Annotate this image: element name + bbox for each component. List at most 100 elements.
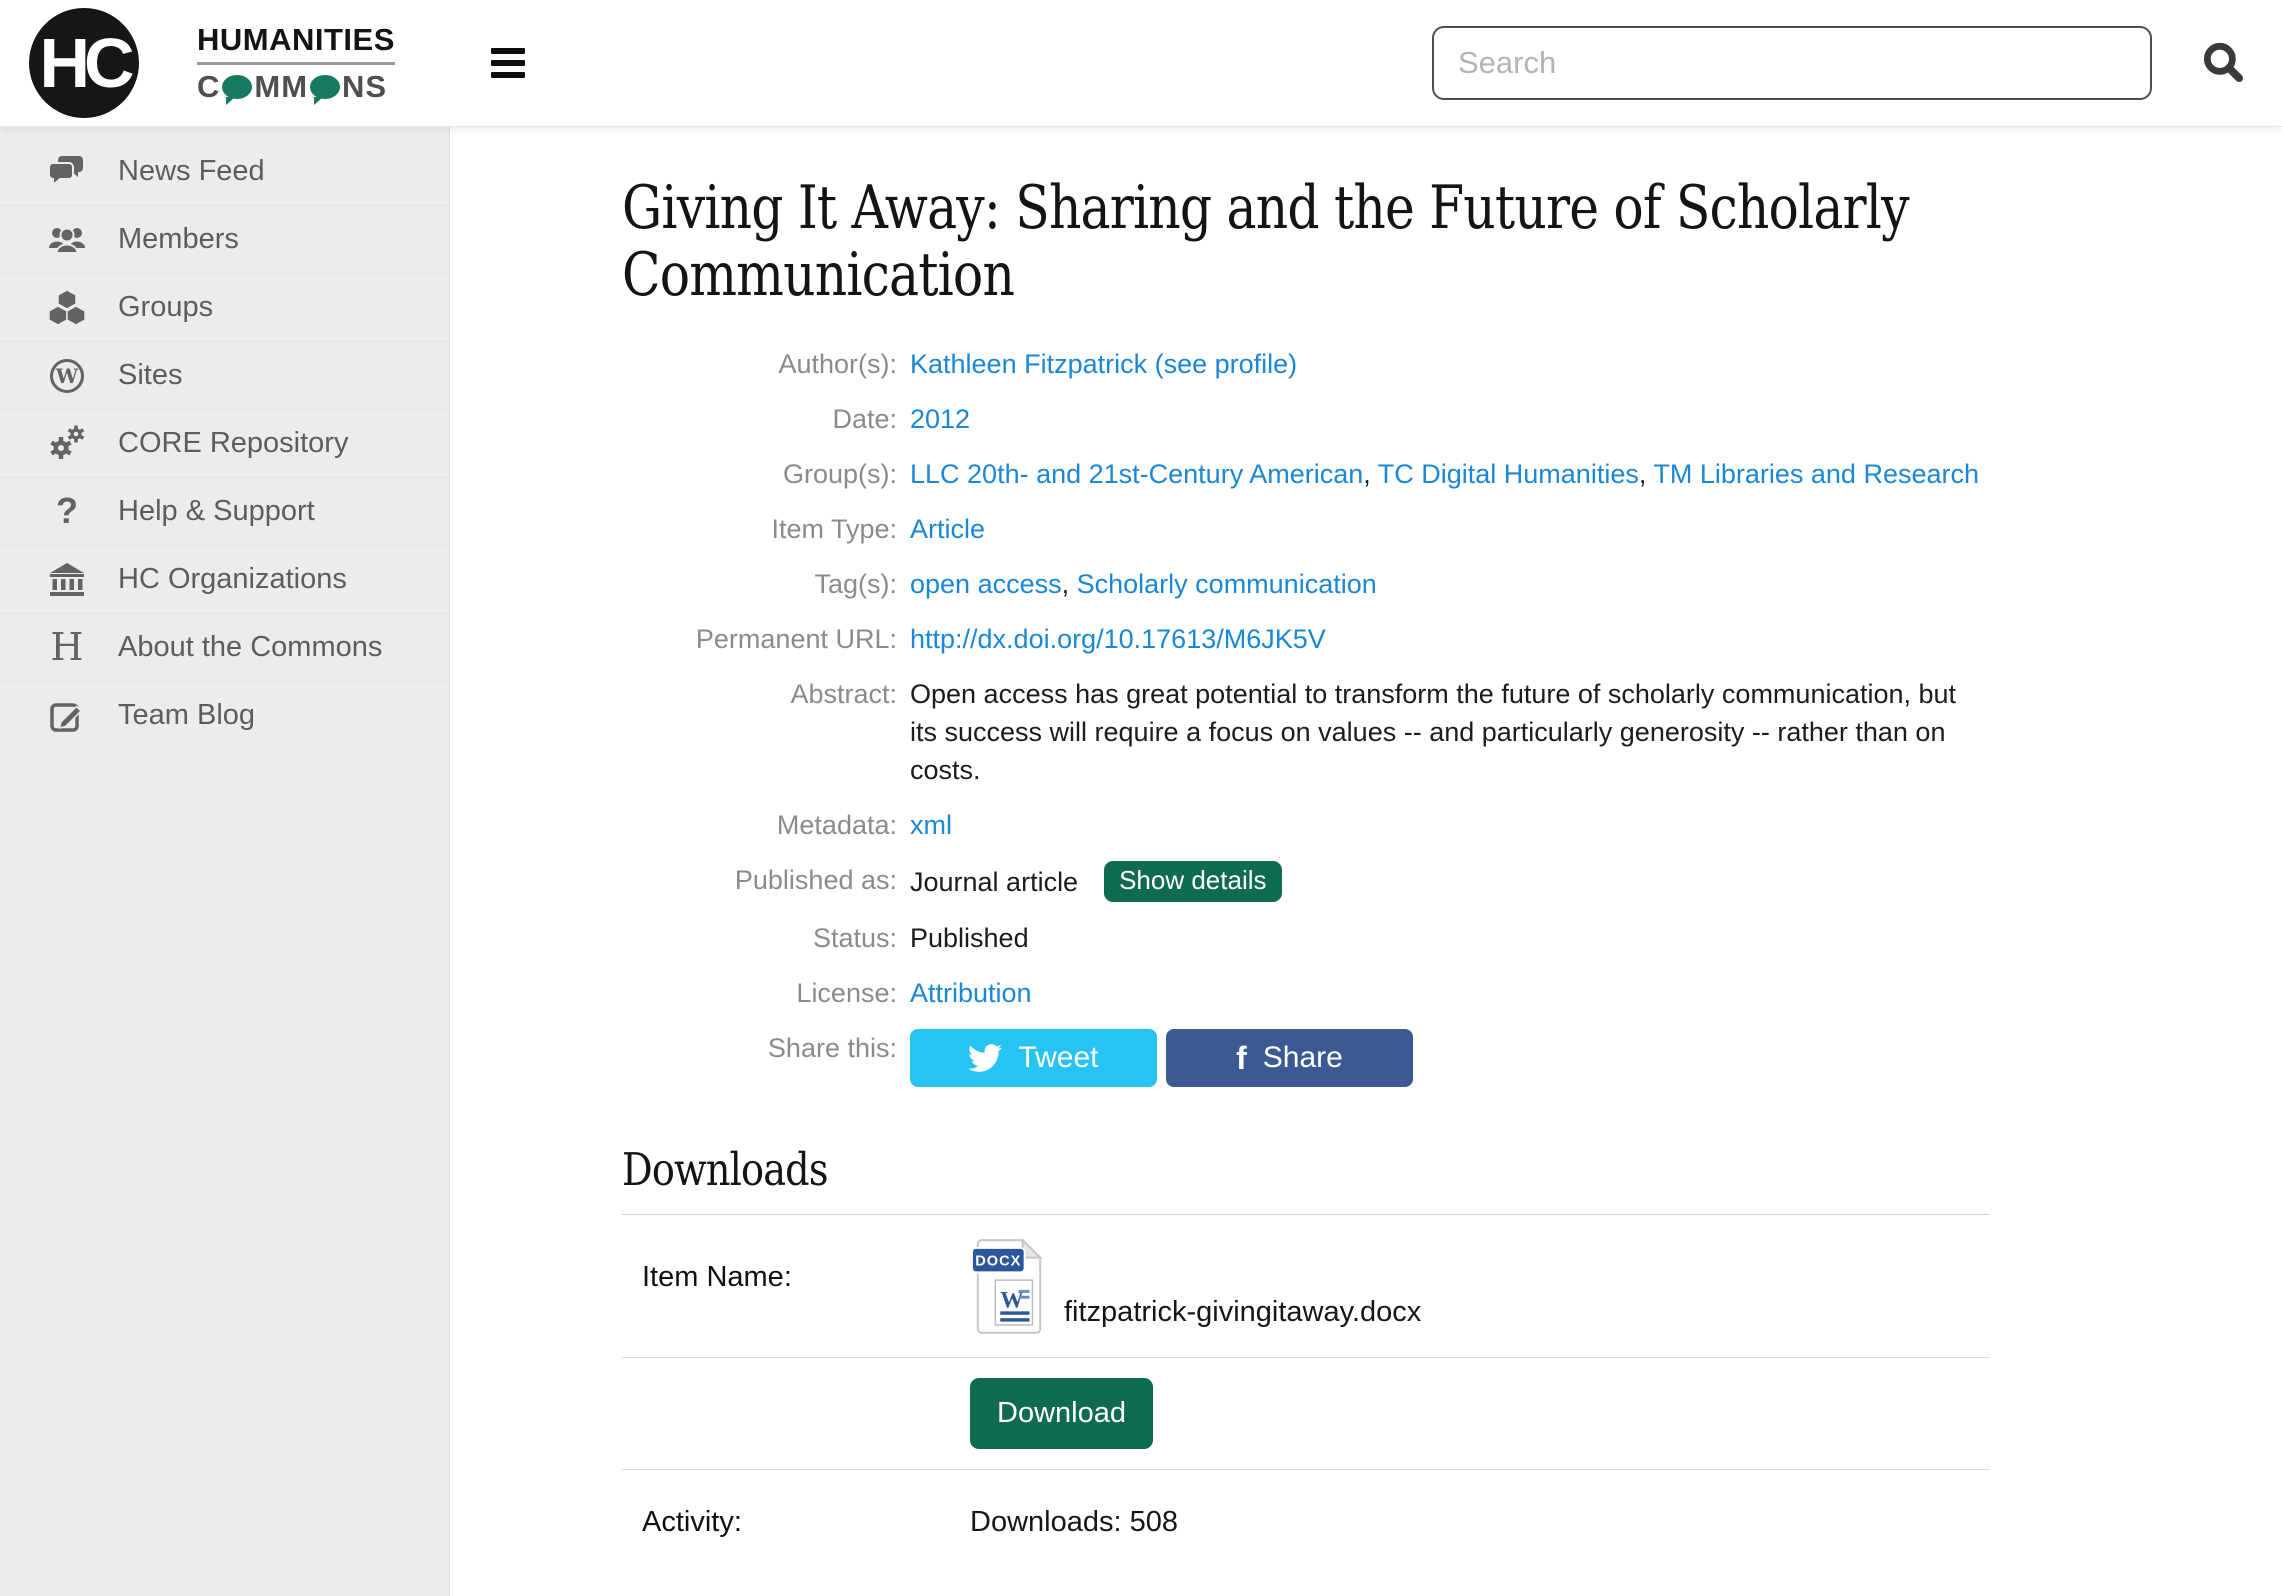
published-as-text: Journal article [910,863,1078,901]
wordpress-icon: W [44,356,90,396]
bank-icon [44,560,90,600]
sidebar-item-label: Groups [118,291,213,324]
sidebar-item-help-support[interactable]: ? Help & Support [0,477,449,545]
author-link[interactable]: Kathleen Fitzpatrick (see profile) [910,349,1297,379]
speech-bubble-icon [310,75,340,99]
h-letter-icon: H [44,628,90,668]
share-buttons: Tweet f Share [910,1029,1990,1087]
brand-letter: C [197,69,220,105]
gears-icon [44,424,90,464]
brand-line1: HUMANITIES [197,22,395,65]
download-row-spacer [622,1378,970,1449]
date-label: Date: [622,400,897,438]
separator: , [1062,569,1077,599]
author-label: Author(s): [622,345,897,383]
speech-bubble-icon [222,75,252,99]
svg-text:DOCX: DOCX [975,1254,1021,1270]
sidebar-item-news-feed[interactable]: News Feed [0,137,449,205]
sidebar-item-label: News Feed [118,155,265,188]
metadata-xml-link[interactable]: xml [910,810,952,840]
sidebar-item-core-repository[interactable]: CORE Repository [0,409,449,477]
sidebar-item-label: Team Blog [118,699,255,732]
sidebar-item-sites[interactable]: W Sites [0,341,449,409]
published-as-value: Journal article Show details [910,861,1990,902]
sidebar-item-label: HC Organizations [118,563,347,596]
share-button-label: Share [1263,1041,1343,1075]
tag-link[interactable]: Scholarly communication [1077,569,1377,599]
download-button[interactable]: Download [970,1378,1153,1449]
item-type-link[interactable]: Article [910,514,985,544]
download-row: Download [622,1357,1990,1469]
search-input[interactable] [1432,26,2152,100]
downloads-heading: Downloads [622,1143,1982,1196]
sidebar-item-hc-organizations[interactable]: HC Organizations [0,545,449,613]
menu-icon[interactable] [491,48,525,78]
groups-label: Group(s): [622,455,897,493]
license-link[interactable]: Attribution [910,978,1032,1008]
sidebar-item-about-commons[interactable]: H About the Commons [0,613,449,681]
abstract-text: Open access has great potential to trans… [910,675,1990,789]
question-icon: ? [44,492,90,532]
group-link[interactable]: TM Libraries and Research [1653,459,1979,489]
brand-line2: C MM NS [197,69,395,105]
item-type-label: Item Type: [622,510,897,548]
published-as-label: Published as: [622,861,897,902]
docx-file-icon: DOCX W [970,1235,1050,1337]
separator: , [1639,459,1654,489]
groups-value: LLC 20th- and 21st-Century American, TC … [910,455,1990,493]
sidebar-item-label: Members [118,223,239,256]
sidebar: News Feed Members [0,127,450,1596]
deposit-detail: Giving It Away: Sharing and the Future o… [450,127,2282,1596]
date-link[interactable]: 2012 [910,404,970,434]
status-value: Published [910,919,1990,957]
share-label: Share this: [622,1029,897,1087]
activity-label: Activity: [622,1490,970,1539]
group-link[interactable]: LLC 20th- and 21st-Century American [910,459,1363,489]
comments-icon [44,151,90,191]
twitter-icon [968,1041,1002,1075]
sidebar-item-label: About the Commons [118,631,382,664]
search-icon[interactable] [2200,39,2248,87]
permanent-url-label: Permanent URL: [622,620,897,658]
sidebar-item-groups[interactable]: Groups [0,273,449,341]
tweet-button-label: Tweet [1018,1041,1098,1075]
edit-icon [44,696,90,736]
abstract-label: Abstract: [622,675,897,789]
search-area [1432,26,2248,100]
tag-link[interactable]: open access [910,569,1062,599]
metadata-list: Author(s): Kathleen Fitzpatrick (see pro… [622,345,1990,1087]
separator: , [1363,459,1378,489]
facebook-icon: f [1236,1042,1247,1074]
top-header: HC HUMANITIES C MM NS [0,0,2282,127]
brand-wordmark: HUMANITIES C MM NS [197,22,395,105]
sidebar-item-team-blog[interactable]: Team Blog [0,681,449,749]
hc-logo[interactable]: HC [29,8,139,118]
brand-letter: MM [254,69,308,105]
downloads-table: Item Name: DOCX W fitzpatrick-g [622,1214,1990,1559]
sidebar-item-label: Help & Support [118,495,315,528]
item-name-row: Item Name: DOCX W fitzpatrick-g [622,1214,1990,1357]
svg-text:W: W [55,364,79,388]
show-details-button[interactable]: Show details [1104,861,1281,902]
activity-value: Downloads: 508 [970,1490,1990,1539]
group-link[interactable]: TC Digital Humanities [1378,459,1639,489]
brand-letter: NS [342,69,387,105]
file-name: fitzpatrick-givingitaway.docx [1064,1296,1421,1337]
cubes-icon [44,288,90,328]
license-label: License: [622,974,897,1012]
tags-value: open access, Scholarly communication [910,565,1990,603]
permanent-url-link[interactable]: http://dx.doi.org/10.17613/M6JK5V [910,624,1326,654]
facebook-share-button[interactable]: f Share [1166,1029,1413,1087]
sidebar-item-label: Sites [118,359,182,392]
tags-label: Tag(s): [622,565,897,603]
sidebar-item-label: CORE Repository [118,427,348,460]
page-title: Giving It Away: Sharing and the Future o… [622,175,1989,309]
users-icon [44,220,90,260]
status-label: Status: [622,919,897,957]
activity-row: Activity: Downloads: 508 [622,1469,1990,1559]
item-name-label: Item Name: [622,1235,970,1337]
svg-text:?: ? [56,492,78,531]
sidebar-item-members[interactable]: Members [0,205,449,273]
file-cell: DOCX W fitzpatrick-givingitaway.docx [970,1235,1990,1337]
tweet-button[interactable]: Tweet [910,1029,1157,1087]
